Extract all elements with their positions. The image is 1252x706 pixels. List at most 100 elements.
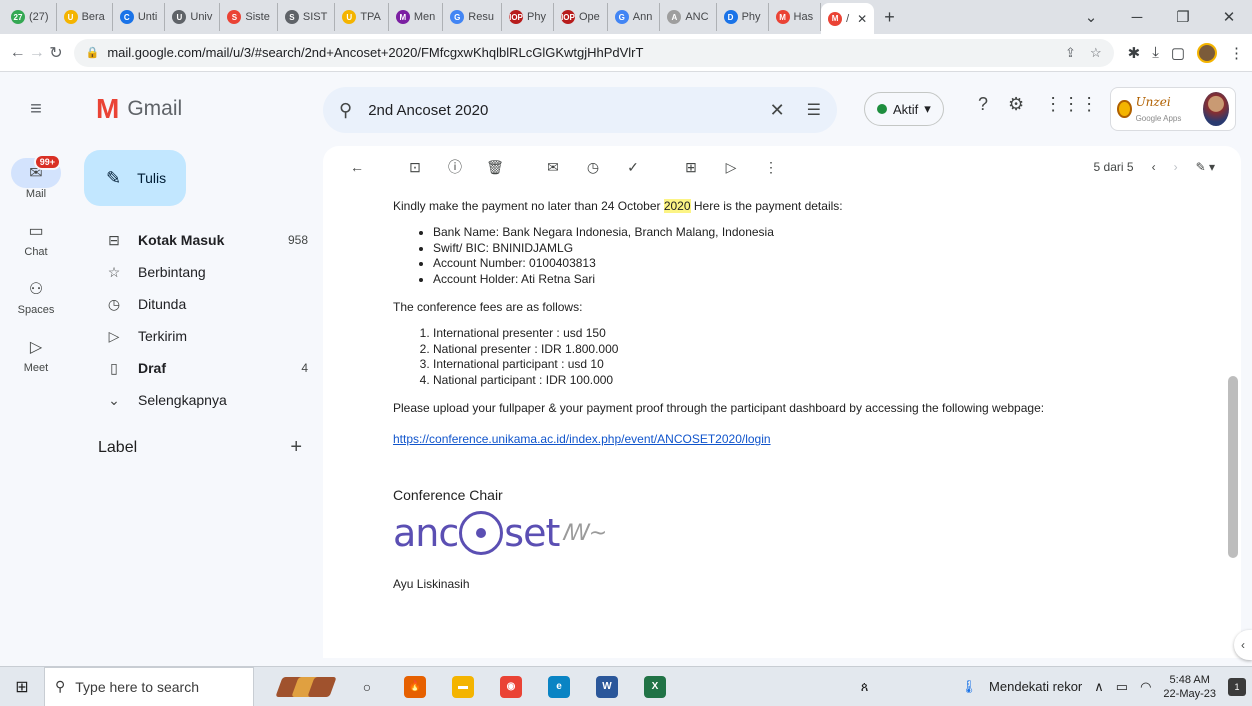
gmail-logo[interactable]: M Gmail <box>72 93 302 125</box>
rail-item-mail[interactable]: ✉ 99+ Mail <box>0 154 72 200</box>
notification-icon[interactable]: 1 <box>1228 677 1246 696</box>
mark-unread-icon[interactable]: ✉ <box>537 159 569 176</box>
user-avatar[interactable] <box>1203 92 1229 126</box>
search-options-icon[interactable]: ☰ <box>807 100 821 120</box>
people-icon[interactable]: ጰ <box>861 679 869 695</box>
new-tab-button[interactable]: + <box>884 7 895 28</box>
newer-chevron-icon[interactable]: ‹ <box>1152 160 1156 174</box>
browser-tab[interactable]: M Has <box>769 3 822 31</box>
browser-tab[interactable]: IOP Ope <box>554 3 608 31</box>
browser-tab[interactable]: U Univ <box>165 3 221 31</box>
main-menu-icon[interactable]: ≡ <box>0 98 72 121</box>
restore-button[interactable]: ❐ <box>1160 8 1206 26</box>
older-chevron-icon[interactable]: › <box>1174 160 1178 174</box>
label-tag-icon[interactable]: ▷ <box>715 159 747 176</box>
nav-item-terkirim[interactable]: ▷ Terkirim <box>72 320 322 352</box>
compose-button[interactable]: ✎ Tulis <box>84 150 186 206</box>
browser-tab[interactable]: G Ann <box>608 3 661 31</box>
compose-label: Tulis <box>137 170 167 186</box>
rail-item-meet[interactable]: ▷ Meet <box>0 332 72 374</box>
nav-item-draf[interactable]: ▯ Draf 4 <box>72 352 322 384</box>
tab-label: Unti <box>137 11 158 23</box>
nav-item-ditunda[interactable]: ◷ Ditunda <box>72 288 322 320</box>
chrome-menu-icon[interactable]: ⋮ <box>1229 44 1244 62</box>
rail-item-spaces[interactable]: ⚇ Spaces <box>0 274 72 316</box>
profile-avatar[interactable] <box>1197 42 1218 63</box>
tray-chevron-icon[interactable]: ∧ <box>1094 679 1104 695</box>
download-icon[interactable]: ⤓ <box>1152 44 1159 61</box>
atom-icon <box>459 511 504 555</box>
edge-icon[interactable]: e <box>548 675 570 698</box>
search-input[interactable] <box>368 101 770 119</box>
report-spam-icon[interactable]: ⓘ <box>439 157 471 177</box>
forward-arrow-icon[interactable]: → <box>27 44 46 62</box>
minimize-button[interactable]: ─ <box>1114 9 1160 26</box>
archive-icon[interactable]: ⊡ <box>399 159 431 176</box>
lock-icon[interactable]: 🔒 <box>86 46 100 59</box>
account-switcher[interactable]: Unzei Google Apps <box>1110 87 1236 131</box>
clear-search-icon[interactable]: ✕ <box>770 100 785 121</box>
word-icon[interactable]: W <box>596 675 618 698</box>
nav-item-berbintang[interactable]: ☆ Berbintang <box>72 256 322 288</box>
browser-tab[interactable]: S SIST <box>278 3 336 31</box>
tab-favicon-icon: C <box>119 10 134 24</box>
list-item: National presenter : IDR 1.800.000 <box>433 342 1193 358</box>
weather-icon[interactable]: 🌡 <box>961 679 978 695</box>
nav-item-kotak-masuk[interactable]: ⊟ Kotak Masuk 958 <box>72 224 322 256</box>
cortana-icon[interactable]: ○ <box>356 676 378 698</box>
reload-icon[interactable]: ↻ <box>46 43 65 63</box>
logo-text-right: set <box>504 511 560 555</box>
status-label: Aktif <box>893 101 919 117</box>
browser-tab[interactable]: D Phy <box>717 3 769 31</box>
browser-tab[interactable]: 27 (27) <box>4 3 57 31</box>
browser-tab[interactable]: A ANC <box>660 3 717 31</box>
browser-tab[interactable]: U Bera <box>57 3 113 31</box>
search-placeholder: Type here to search <box>75 678 200 695</box>
add-task-icon[interactable]: ✓ <box>617 159 649 176</box>
delete-trash-icon[interactable]: 🗑 <box>479 159 511 176</box>
address-bar[interactable]: 🔒 mail.google.com/mail/u/3/#search/2nd+A… <box>73 38 1114 67</box>
windows-start-icon[interactable]: ⊞ <box>0 677 44 697</box>
extensions-icon[interactable]: ✱ <box>1128 44 1141 62</box>
bookmark-star-icon[interactable]: ☆ <box>1090 45 1102 61</box>
search-icon[interactable]: ⚲ <box>339 100 352 121</box>
apps-grid-icon[interactable]: ⋮⋮⋮ <box>1044 94 1098 115</box>
add-label-icon[interactable]: + <box>290 436 302 459</box>
nav-item-selengkapnya[interactable]: ⌄ Selengkapnya <box>72 384 322 416</box>
weather-text[interactable]: Mendekati rekor <box>989 679 1082 694</box>
close-window-button[interactable]: ✕ <box>1206 8 1252 26</box>
active-browser-tab[interactable]: M / ✕ <box>821 3 875 34</box>
settings-gear-icon[interactable]: ⚙ <box>1008 94 1024 115</box>
side-panel-icon[interactable]: ▢ <box>1171 44 1185 62</box>
file-explorer-icon[interactable]: ▬ <box>452 675 474 698</box>
back-arrow-icon[interactable]: ← <box>8 44 27 62</box>
snooze-clock-icon[interactable]: ◷ <box>577 159 609 176</box>
taskbar-search-box[interactable]: ⚲ Type here to search <box>44 666 254 706</box>
browser-tab[interactable]: G Resu <box>443 3 502 31</box>
search-highlight-art[interactable] <box>274 672 344 702</box>
share-icon[interactable]: ⇪ <box>1065 45 1076 61</box>
message-scrollbar[interactable] <box>1228 376 1238 558</box>
back-to-list-icon[interactable]: ← <box>341 159 373 175</box>
status-dropdown[interactable]: Aktif ▾ <box>864 92 944 126</box>
browser-tab[interactable]: C Unti <box>113 3 166 31</box>
browser-tab[interactable]: U TPA <box>335 3 389 31</box>
browser-tab[interactable]: M Men <box>389 3 444 31</box>
firefox-icon[interactable]: 🔥 <box>404 675 426 698</box>
excel-icon[interactable]: X <box>644 675 666 698</box>
browser-tab[interactable]: S Siste <box>220 3 278 31</box>
wifi-icon[interactable]: ◠ <box>1140 679 1151 695</box>
tab-search-icon[interactable]: ⌄ <box>1068 8 1114 26</box>
more-options-icon[interactable]: ⋮ <box>755 159 787 176</box>
battery-icon[interactable]: ▭ <box>1116 679 1128 695</box>
help-icon[interactable]: ? <box>978 94 988 115</box>
input-tools-icon[interactable]: ✎ ▾ <box>1196 160 1215 174</box>
chrome-icon[interactable]: ◉ <box>500 675 522 698</box>
taskbar-clock[interactable]: 5:48 AM 22-May-23 <box>1163 673 1216 701</box>
close-tab-icon[interactable]: ✕ <box>857 12 867 26</box>
move-to-icon[interactable]: ⊞ <box>675 159 707 176</box>
tab-favicon-icon: U <box>172 10 187 24</box>
rail-item-chat[interactable]: ▭ Chat <box>0 216 72 258</box>
browser-tab[interactable]: IOP Phy <box>502 3 554 31</box>
dashboard-link[interactable]: https://conference.unikama.ac.id/index.p… <box>393 432 771 446</box>
